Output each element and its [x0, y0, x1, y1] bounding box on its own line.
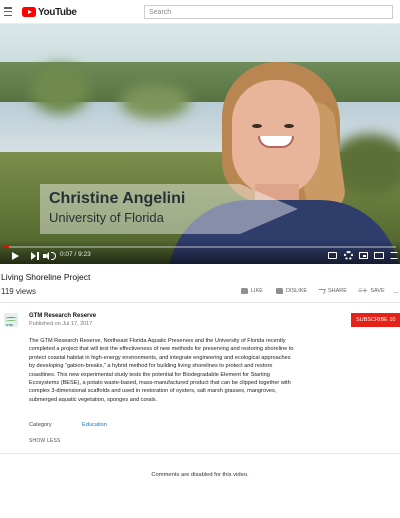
dislike-label: DISLIKE [286, 288, 308, 294]
fullscreen-icon[interactable] [390, 252, 398, 259]
theater-mode-icon[interactable] [374, 252, 384, 259]
progress-bar-played [4, 246, 9, 248]
show-less-button[interactable]: SHOW LESS [29, 438, 61, 444]
divider [0, 453, 400, 454]
time-display: 0:07 / 9:23 [60, 251, 91, 258]
save-label: SAVE [370, 288, 385, 294]
share-button[interactable]: SHARE [317, 288, 347, 294]
hamburger-menu-icon[interactable] [4, 7, 12, 16]
progress-bar[interactable] [4, 246, 396, 248]
save-button[interactable]: ≡+ SAVE [358, 286, 385, 295]
category-label: Category [29, 422, 52, 428]
comments-disabled-notice: Comments are disabled for this video. [151, 472, 249, 478]
publish-date: Published on Jul 17, 2017 [29, 321, 93, 327]
channel-name[interactable]: GTM Research Reserve [29, 313, 96, 319]
like-button[interactable]: LIKE [241, 288, 263, 294]
add-to-playlist-icon: ≡+ [358, 286, 368, 295]
subtitles-icon[interactable] [328, 252, 337, 259]
video-description: The GTM Research Reserve, Northeast Flor… [29, 338, 294, 403]
view-count: 119 views [1, 287, 36, 296]
video-frame[interactable]: Christine Angelini University of Florida [0, 24, 400, 264]
dislike-button[interactable]: DISLIKE [276, 288, 307, 294]
logo-text: YouTube [38, 6, 77, 18]
thumbs-down-icon [276, 288, 283, 294]
caption-name: Christine Angelini [49, 190, 186, 207]
channel-avatar[interactable]: GTM [4, 313, 18, 327]
subscribe-button[interactable]: SUBSCRIBE 10 [351, 313, 400, 327]
settings-gear-icon[interactable] [344, 251, 353, 260]
youtube-play-logo-icon [22, 7, 36, 17]
video-title: Living Shoreline Project [1, 272, 91, 282]
share-arrow-icon [317, 288, 326, 294]
caption-affiliation: University of Florida [49, 210, 164, 225]
divider [0, 302, 400, 303]
youtube-logo[interactable]: YouTube [22, 6, 77, 18]
masthead: YouTube Search [0, 0, 400, 24]
like-label: LIKE [251, 288, 263, 294]
lower-third-arrow [240, 184, 298, 234]
next-video-icon[interactable] [31, 252, 39, 260]
miniplayer-icon[interactable] [359, 252, 368, 259]
more-actions-icon[interactable]: ··· [393, 288, 399, 297]
search-input[interactable]: Search [144, 5, 393, 19]
share-label: SHARE [328, 288, 347, 294]
avatar-tag: GTM [6, 323, 13, 327]
category-link[interactable]: Education [82, 422, 107, 428]
play-icon[interactable] [12, 252, 19, 260]
thumbs-up-icon [241, 288, 248, 294]
